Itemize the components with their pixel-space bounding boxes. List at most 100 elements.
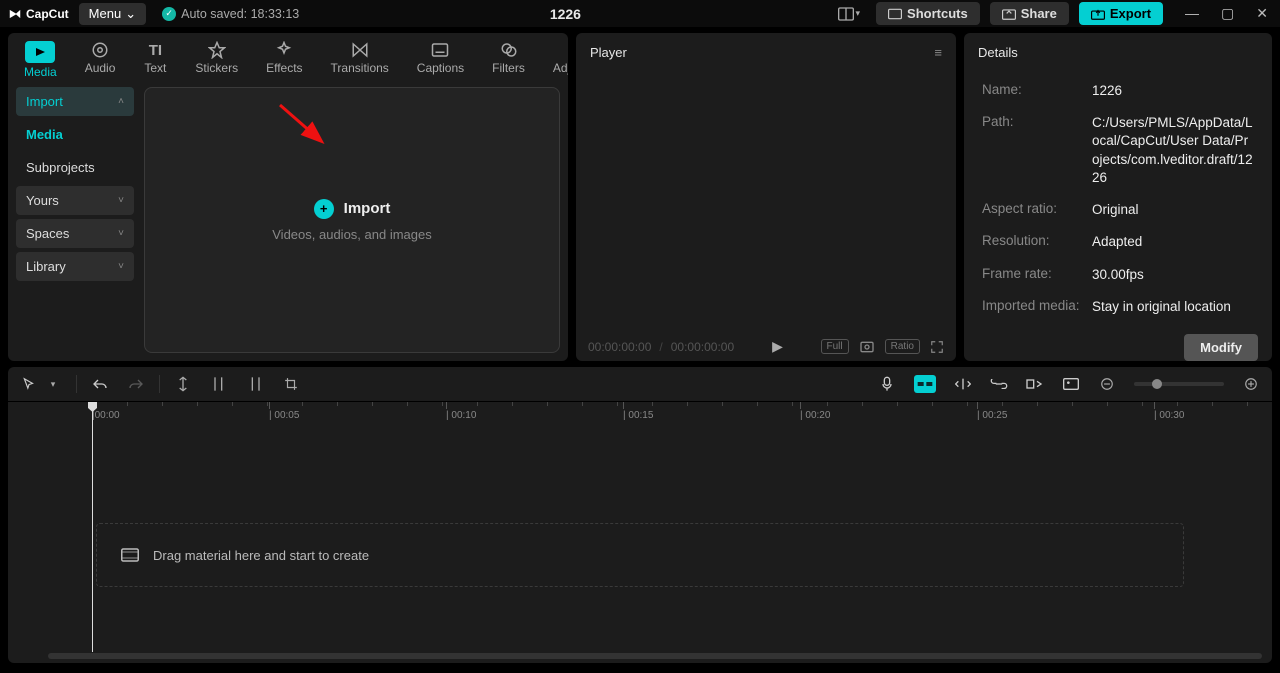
tab-adjustment[interactable]: Adjustment bbox=[551, 41, 568, 79]
ratio-toggle[interactable]: Ratio bbox=[885, 339, 920, 354]
zoom-out-button[interactable] bbox=[1098, 375, 1116, 393]
titlebar-right: ▾ Shortcuts Share Export — ▢ ✕ bbox=[832, 2, 1272, 25]
ruler-tick: | 00:25 bbox=[977, 402, 1007, 421]
tab-captions[interactable]: Captions bbox=[415, 41, 466, 79]
film-icon bbox=[121, 548, 139, 562]
capcut-logo-icon bbox=[8, 7, 22, 21]
export-icon bbox=[1091, 8, 1105, 20]
autosave-text: Auto saved: 18:33:13 bbox=[181, 7, 299, 21]
media-tabs: Media Audio TI Text Stickers Effects Tra… bbox=[8, 33, 568, 79]
zoom-in-button[interactable] bbox=[1242, 375, 1260, 393]
sidebar-yours[interactable]: Yours ˅ bbox=[16, 186, 134, 215]
cover-button[interactable] bbox=[1062, 375, 1080, 393]
chevron-up-icon: ˄ bbox=[118, 96, 124, 107]
horizontal-scrollbar[interactable] bbox=[48, 653, 1262, 659]
chevron-down-icon: ˅ bbox=[118, 228, 124, 239]
select-tool-dropdown[interactable]: ▾ bbox=[44, 375, 62, 393]
keyboard-icon bbox=[888, 8, 902, 20]
drag-hint-text: Drag material here and start to create bbox=[153, 548, 369, 563]
captions-icon bbox=[428, 41, 452, 59]
zoom-slider[interactable] bbox=[1134, 382, 1224, 386]
delete-left-tool[interactable] bbox=[210, 375, 228, 393]
detail-imported-label: Imported media: bbox=[982, 298, 1082, 316]
fullscreen-icon[interactable] bbox=[930, 340, 944, 354]
full-toggle[interactable]: Full bbox=[821, 339, 849, 354]
player-panel: Player ≡ 00:00:00:00 / 00:00:00:00 ▶ Ful… bbox=[576, 33, 956, 361]
tab-text[interactable]: TI Text bbox=[141, 41, 169, 79]
layout-preset-button[interactable]: ▾ bbox=[832, 4, 867, 24]
share-button[interactable]: Share bbox=[990, 2, 1069, 25]
import-subtitle: Videos, audios, and images bbox=[272, 227, 431, 242]
player-title: Player bbox=[590, 45, 627, 60]
share-label: Share bbox=[1021, 6, 1057, 21]
tab-media-label: Media bbox=[24, 65, 57, 79]
layout-icon bbox=[838, 7, 854, 21]
sidebar-media[interactable]: Media bbox=[16, 120, 134, 149]
project-title: 1226 bbox=[309, 6, 821, 22]
tab-audio[interactable]: Audio bbox=[83, 41, 118, 79]
player-viewport bbox=[576, 72, 956, 332]
playhead[interactable] bbox=[92, 402, 93, 652]
transitions-icon bbox=[348, 41, 372, 59]
ruler-tick: | 00:10 bbox=[446, 402, 476, 421]
undo-button[interactable] bbox=[91, 375, 109, 393]
delete-right-tool[interactable] bbox=[246, 375, 264, 393]
detail-name-value: 1226 bbox=[1092, 82, 1254, 100]
shortcuts-button[interactable]: Shortcuts bbox=[876, 2, 980, 25]
preview-quality-icon[interactable] bbox=[859, 340, 875, 354]
redo-button[interactable] bbox=[127, 375, 145, 393]
export-button[interactable]: Export bbox=[1079, 2, 1163, 25]
detail-resolution-value: Adapted bbox=[1092, 233, 1254, 251]
timeline-ruler[interactable]: |00:00| 00:05| 00:10| 00:15| 00:20| 00:2… bbox=[8, 401, 1272, 423]
audio-icon bbox=[88, 41, 112, 59]
media-sidebar: Import ˄ Media Subprojects Yours ˅ Space… bbox=[16, 87, 134, 353]
sidebar-library[interactable]: Library ˅ bbox=[16, 252, 134, 281]
close-button[interactable]: ✕ bbox=[1252, 3, 1272, 24]
details-panel: Details Name:1226 Path:C:/Users/PMLS/App… bbox=[964, 33, 1272, 361]
ruler-tick: | 00:20 bbox=[800, 402, 830, 421]
timeline-tracks[interactable]: Drag material here and start to create bbox=[8, 423, 1272, 663]
tab-transitions[interactable]: Transitions bbox=[329, 41, 391, 79]
drag-hint: Drag material here and start to create bbox=[96, 523, 1184, 587]
voiceover-button[interactable] bbox=[878, 375, 896, 393]
split-tool[interactable] bbox=[174, 375, 192, 393]
sidebar-subprojects[interactable]: Subprojects bbox=[16, 153, 134, 182]
sidebar-library-label: Library bbox=[26, 259, 66, 274]
player-menu-icon[interactable]: ≡ bbox=[934, 45, 942, 60]
annotation-arrow bbox=[275, 100, 335, 150]
linkage-button[interactable] bbox=[990, 375, 1008, 393]
plus-icon[interactable]: + bbox=[314, 199, 334, 219]
zoom-knob[interactable] bbox=[1152, 379, 1162, 389]
media-panel: Media Audio TI Text Stickers Effects Tra… bbox=[8, 33, 568, 361]
preview-axis-button[interactable] bbox=[1026, 375, 1044, 393]
tab-media[interactable]: Media bbox=[22, 41, 59, 79]
details-title: Details bbox=[978, 45, 1018, 60]
play-button[interactable]: ▶ bbox=[772, 338, 783, 355]
detail-path-label: Path: bbox=[982, 114, 1082, 187]
main-panels: Media Audio TI Text Stickers Effects Tra… bbox=[0, 27, 1280, 367]
minimize-button[interactable]: — bbox=[1181, 3, 1203, 24]
chevron-down-icon: ⌄ bbox=[125, 6, 136, 22]
menu-button[interactable]: Menu ⌄ bbox=[79, 3, 146, 25]
filters-icon bbox=[497, 41, 521, 59]
import-dropzone[interactable]: + Import Videos, audios, and images bbox=[144, 87, 560, 353]
chevron-down-icon: ▾ bbox=[856, 8, 861, 19]
sidebar-spaces[interactable]: Spaces ˅ bbox=[16, 219, 134, 248]
detail-aspect-value: Original bbox=[1092, 201, 1254, 219]
tab-filters[interactable]: Filters bbox=[490, 41, 527, 79]
maximize-button[interactable]: ▢ bbox=[1217, 3, 1238, 24]
detail-resolution-label: Resolution: bbox=[982, 233, 1082, 251]
crop-tool[interactable] bbox=[282, 375, 300, 393]
select-tool[interactable] bbox=[20, 375, 38, 393]
auto-snap-button[interactable] bbox=[954, 375, 972, 393]
stickers-icon bbox=[205, 41, 229, 59]
main-track-magnet[interactable] bbox=[914, 375, 936, 393]
tab-stickers[interactable]: Stickers bbox=[193, 41, 240, 79]
tab-captions-label: Captions bbox=[417, 61, 464, 75]
tab-effects[interactable]: Effects bbox=[264, 41, 304, 79]
sidebar-import[interactable]: Import ˄ bbox=[16, 87, 134, 116]
effects-icon bbox=[272, 41, 296, 59]
modify-button[interactable]: Modify bbox=[1184, 334, 1258, 361]
timecode-total: 00:00:00:00 bbox=[671, 340, 734, 354]
detail-name-label: Name: bbox=[982, 82, 1082, 100]
